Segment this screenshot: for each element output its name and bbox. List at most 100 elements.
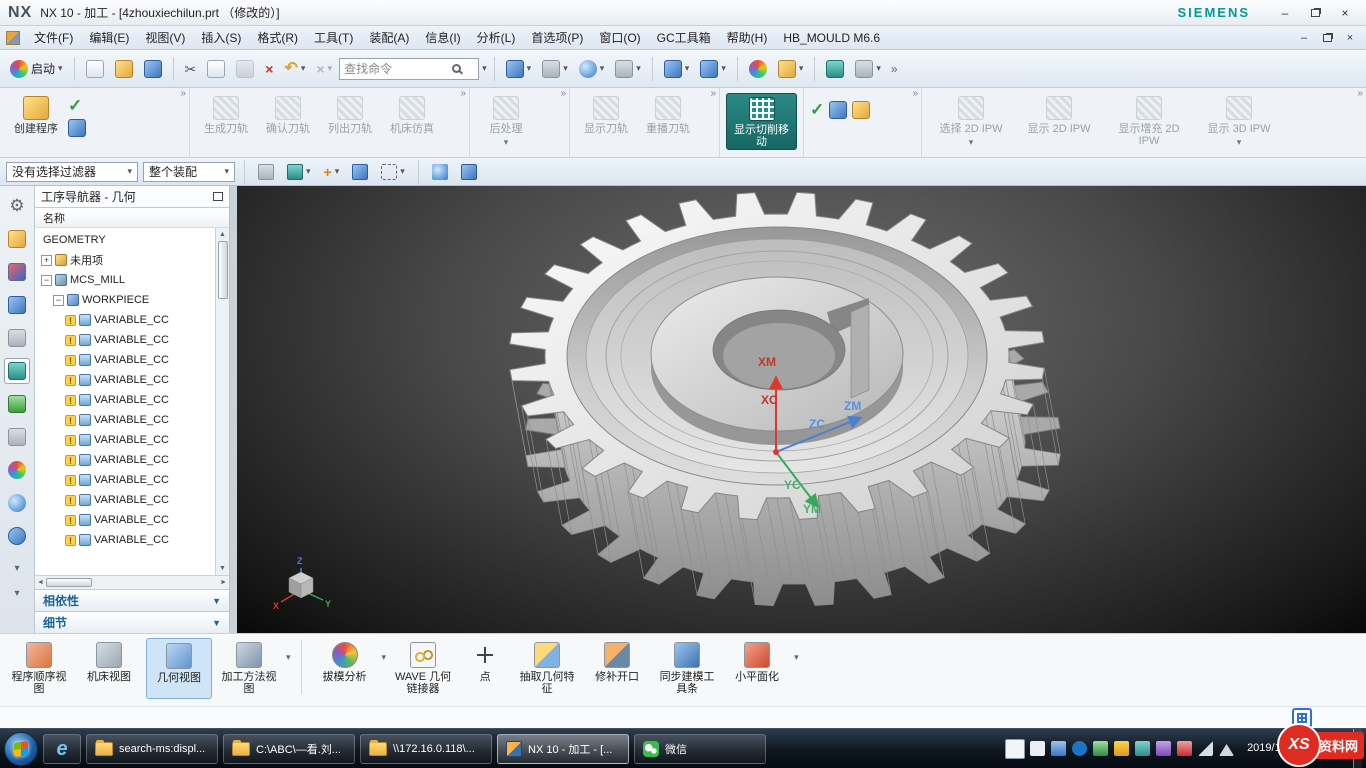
tree-item-variable-cc[interactable]: ! VARIABLE_CC	[35, 330, 229, 350]
orient-view-2-button[interactable]: ▾	[696, 55, 730, 83]
window-layout-button[interactable]: ▾	[502, 55, 536, 83]
show-cut-moves-button[interactable]: 显示切削移动	[726, 93, 797, 150]
postprocess-button[interactable]: 后处理 ▾	[476, 93, 536, 147]
machining-feature-navigator-icon[interactable]	[4, 391, 30, 417]
tree-item-variable-cc[interactable]: ! VARIABLE_CC	[35, 510, 229, 530]
mdi-minimize-button[interactable]: –	[1294, 30, 1314, 46]
tree-item-geometry[interactable]: GEOMETRY	[35, 230, 229, 250]
verify-toolpath-button[interactable]: 确认刀轨	[258, 93, 318, 136]
open-file-button[interactable]	[111, 55, 137, 83]
menu-item[interactable]: GC工具箱	[649, 26, 719, 49]
menu-item[interactable]: 编辑(E)	[81, 26, 137, 49]
generate-toolpath-button[interactable]: 生成刀轨	[196, 93, 256, 136]
tree-item-unused[interactable]: + 未用项	[35, 250, 229, 270]
tree-item-variable-cc[interactable]: ! VARIABLE_CC	[35, 530, 229, 550]
menu-item[interactable]: 视图(V)	[137, 26, 193, 49]
tray-icon[interactable]	[1030, 741, 1045, 756]
select-handle-button[interactable]: ▾	[283, 158, 315, 186]
search-input[interactable]	[344, 62, 448, 76]
program-order-view-button[interactable]: 程序顺序视图	[6, 638, 72, 697]
create-tool-check-icon[interactable]: ✓	[68, 97, 86, 115]
tree-item-workpiece[interactable]: − WORKPIECE	[35, 290, 229, 310]
orient-view-button[interactable]: ▾	[660, 55, 694, 83]
facet-button[interactable]: 小平面化	[724, 638, 790, 697]
wave-geometry-linker-button[interactable]: WAVE 几何链接器	[390, 638, 456, 697]
view-buttons-overflow[interactable]: ▾	[286, 652, 291, 663]
menu-item[interactable]: 信息(I)	[417, 26, 468, 49]
mdi-restore-button[interactable]	[1317, 30, 1337, 46]
machine-tool-view-button[interactable]: 机床视图	[76, 638, 142, 697]
tree-vertical-scrollbar[interactable]: ▲ ▼	[215, 228, 229, 575]
minimize-button[interactable]: –	[1272, 4, 1298, 22]
scrollbar-thumb[interactable]	[218, 241, 228, 299]
tray-icon[interactable]	[1114, 741, 1129, 756]
close-button[interactable]: ×	[1332, 4, 1358, 22]
show-3d-ipw-button[interactable]: 显示 3D IPW ▾	[1196, 93, 1282, 147]
hscrollbar-thumb[interactable]	[46, 578, 92, 587]
facet-dropdown[interactable]: ▾	[794, 652, 799, 663]
tree-item-variable-cc[interactable]: ! VARIABLE_CC	[35, 490, 229, 510]
cut-button[interactable]: ✂	[181, 55, 201, 83]
name-column-header[interactable]: 名称	[43, 210, 65, 226]
part-navigator-icon[interactable]	[4, 292, 30, 318]
rail-options-button[interactable]: ▾	[14, 588, 19, 599]
menu-item[interactable]: 文件(F)	[26, 26, 81, 49]
menu-item[interactable]: 首选项(P)	[523, 26, 591, 49]
web-browser-icon[interactable]	[4, 490, 30, 516]
tree-item-mcs-mill[interactable]: − MCS_MILL	[35, 270, 229, 290]
render-style-button[interactable]: ▾	[575, 55, 609, 83]
create-geometry-icon[interactable]	[68, 119, 86, 137]
command-search-box[interactable]	[339, 58, 479, 80]
taskbar-window-button[interactable]: C:\ABC\—看.刘...	[223, 734, 355, 764]
panel-splitter[interactable]	[230, 186, 237, 633]
synchronous-modeling-button[interactable]: 同步建模工具条	[654, 638, 720, 697]
paste-button[interactable]	[232, 55, 258, 83]
workpiece-group-overflow[interactable]: »	[912, 88, 918, 99]
tray-icon[interactable]	[1135, 741, 1150, 756]
display-mode-button[interactable]: ▾	[538, 55, 572, 83]
background-button[interactable]: ▾	[611, 55, 645, 83]
measure-button[interactable]: ▾	[851, 55, 885, 83]
rail-expand-button[interactable]: ▾	[14, 563, 19, 574]
taskbar-window-button[interactable]: \\172.16.0.118\...	[360, 734, 492, 764]
machining-method-view-button[interactable]: 加工方法视图	[216, 638, 282, 697]
create-program-button[interactable]: 创建程序	[6, 93, 66, 136]
workpiece-tool-icon[interactable]	[829, 101, 847, 119]
tree-item-variable-cc[interactable]: ! VARIABLE_CC	[35, 430, 229, 450]
collapse-icon[interactable]: −	[41, 275, 52, 286]
menu-item[interactable]: 分析(L)	[469, 26, 524, 49]
assembly-navigator-icon[interactable]	[4, 226, 30, 252]
machine-navigator-icon[interactable]	[4, 424, 30, 450]
draft-analysis-dropdown[interactable]: ▾	[382, 652, 387, 663]
tray-icon[interactable]	[1051, 741, 1066, 756]
tree-item-variable-cc[interactable]: ! VARIABLE_CC	[35, 310, 229, 330]
wireframe-view-button[interactable]	[457, 158, 481, 186]
dashed-selection-button[interactable]: ▾	[377, 158, 409, 186]
history-icon[interactable]	[4, 523, 30, 549]
tree-horizontal-scrollbar[interactable]: ◄ ►	[35, 575, 229, 589]
extract-geometry-button[interactable]: 抽取几何特征	[514, 638, 580, 697]
show-2d-ipw-button[interactable]: 显示 2D IPW	[1016, 93, 1102, 136]
show-fill-2d-ipw-button[interactable]: 显示增充 2D IPW	[1104, 93, 1194, 148]
show-toolpath-button[interactable]: 显示刀轨	[576, 93, 636, 136]
save-button[interactable]	[140, 55, 166, 83]
dependencies-section[interactable]: 相依性 ▼	[35, 589, 229, 611]
tray-icon[interactable]	[1093, 741, 1108, 756]
constraint-navigator-icon[interactable]	[4, 259, 30, 285]
tree-item-variable-cc[interactable]: ! VARIABLE_CC	[35, 450, 229, 470]
search-history-dropdown[interactable]: ▾	[482, 63, 487, 74]
postprocess-group-overflow[interactable]: »	[560, 88, 566, 99]
menu-item[interactable]: 插入(S)	[193, 26, 249, 49]
menu-item[interactable]: 装配(A)	[361, 26, 417, 49]
selection-scope-dropdown[interactable]: 整个装配▾	[143, 162, 235, 182]
point-button[interactable]: 点	[460, 638, 510, 697]
replay-toolpath-button[interactable]: 重播刀轨	[638, 93, 698, 136]
start-menu-button[interactable]: 启动 ▾	[6, 55, 67, 83]
shaded-view-button[interactable]	[428, 158, 452, 186]
workpiece-tool-2-icon[interactable]	[852, 101, 870, 119]
verify-check-icon[interactable]: ✓	[810, 101, 824, 119]
true-shading-button[interactable]	[745, 55, 771, 83]
taskbar-window-button[interactable]: search-ms:displ...	[86, 734, 218, 764]
internet-explorer-button[interactable]: e	[43, 734, 81, 764]
operation-navigator-icon[interactable]	[4, 358, 30, 384]
